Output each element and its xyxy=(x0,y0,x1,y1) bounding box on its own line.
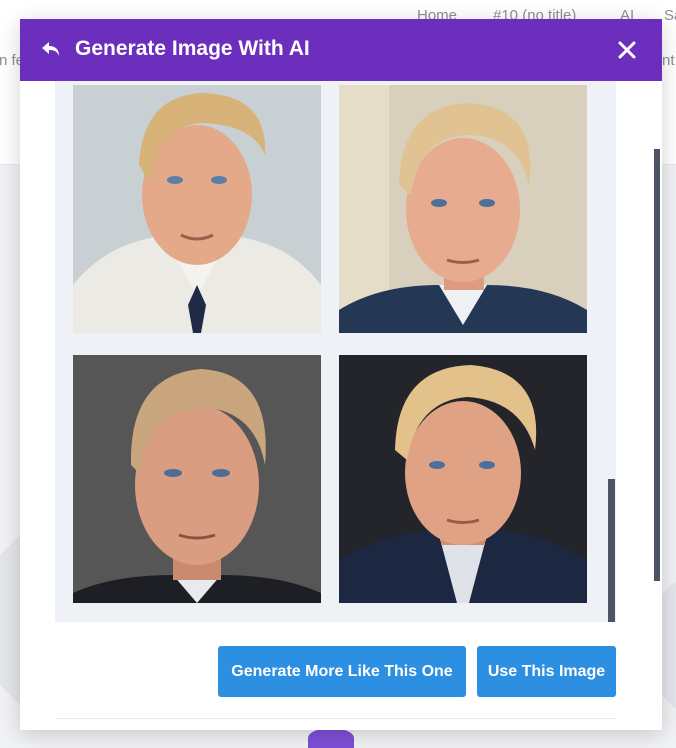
generated-image-3[interactable] xyxy=(73,355,321,603)
close-x-icon[interactable] xyxy=(616,39,638,61)
generate-image-modal: Generate Image With AI Generate More Lik… xyxy=(20,19,662,730)
modal-scrollbar[interactable] xyxy=(654,149,660,581)
nav-item-save[interactable]: Sa xyxy=(664,7,676,24)
use-image-button[interactable]: Use This Image xyxy=(477,646,616,697)
generated-image-4[interactable] xyxy=(339,355,587,603)
modal-header: Generate Image With AI xyxy=(20,19,662,81)
modal-title: Generate Image With AI xyxy=(75,37,310,60)
generated-image-1[interactable] xyxy=(73,85,321,333)
undo-arrow-icon[interactable] xyxy=(40,39,64,61)
gallery-scrollbar-thumb[interactable] xyxy=(608,479,615,622)
generated-image-2[interactable] xyxy=(339,85,587,333)
background-purple-tab[interactable] xyxy=(308,728,354,748)
image-gallery xyxy=(55,81,616,622)
background-text-fragment-right: nt xyxy=(662,52,675,69)
generate-more-button[interactable]: Generate More Like This One xyxy=(218,646,466,697)
footer-divider xyxy=(55,718,616,719)
